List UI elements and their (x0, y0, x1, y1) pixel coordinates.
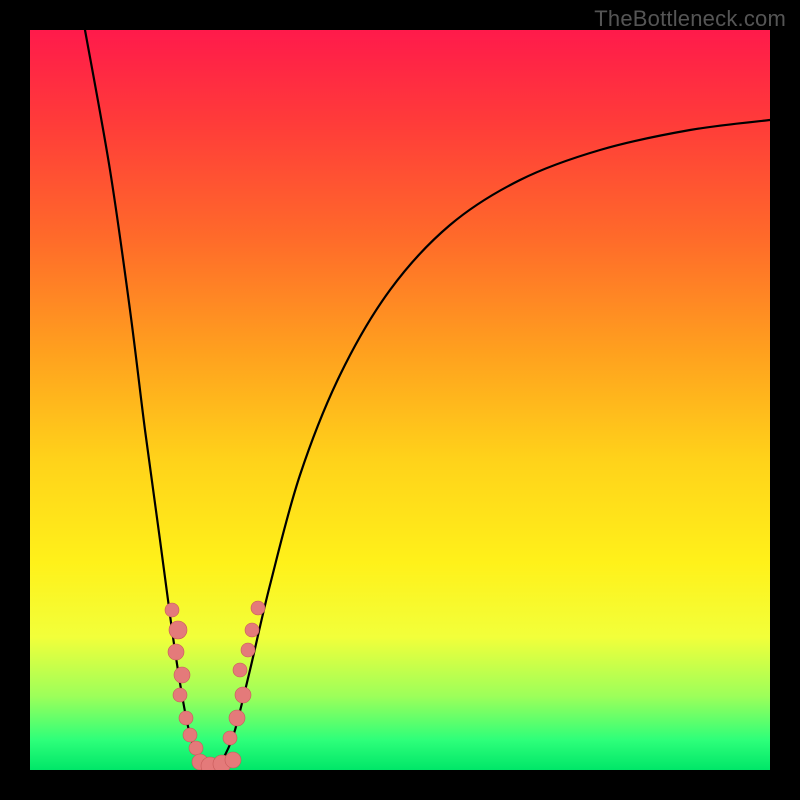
data-point (183, 728, 197, 742)
data-point (229, 710, 245, 726)
data-point (223, 731, 237, 745)
watermark-text: TheBottleneck.com (594, 6, 786, 32)
data-point (168, 644, 184, 660)
data-point (225, 752, 241, 768)
data-point (169, 621, 187, 639)
plot-area (30, 30, 770, 770)
data-point (235, 687, 251, 703)
data-point (179, 711, 193, 725)
bottleneck-curve (85, 30, 770, 768)
data-point (165, 603, 179, 617)
data-point (251, 601, 265, 615)
data-point (241, 643, 255, 657)
curve-svg (30, 30, 770, 770)
data-point (233, 663, 247, 677)
data-point (189, 741, 203, 755)
outer-frame: TheBottleneck.com (0, 0, 800, 800)
data-point (173, 688, 187, 702)
data-point (174, 667, 190, 683)
data-point (245, 623, 259, 637)
